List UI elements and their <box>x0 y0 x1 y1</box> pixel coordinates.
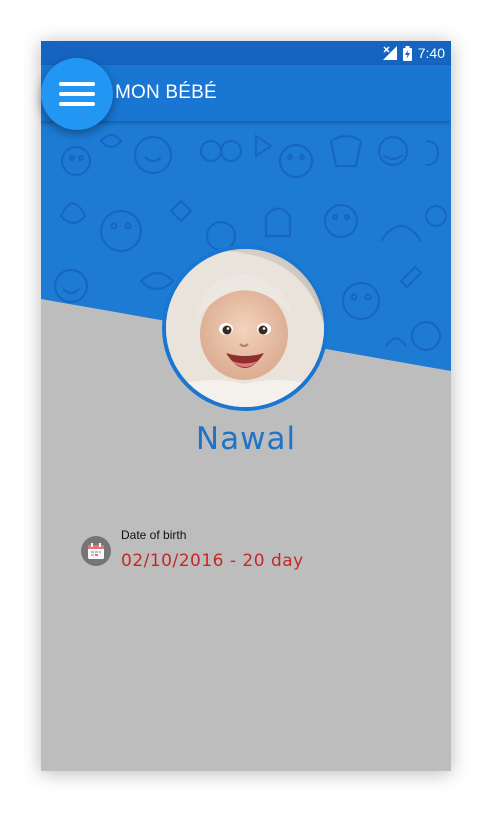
hamburger-menu-icon <box>59 82 95 86</box>
signal-icon <box>382 46 397 60</box>
app-screen: 7:40 MON BÉBÉ Nawal Date of birth 02/10/… <box>41 41 451 771</box>
status-time: 7:40 <box>417 45 445 61</box>
toolbar-title: MON BÉBÉ <box>115 82 217 103</box>
calendar-icon <box>81 536 111 566</box>
baby-avatar[interactable] <box>162 245 328 411</box>
hamburger-menu-button[interactable] <box>41 58 113 130</box>
dob-value: 02/10/2016 - 20 day <box>121 551 304 571</box>
baby-name: Nawal <box>195 421 297 457</box>
hamburger-menu-icon-bar <box>59 92 95 96</box>
hamburger-menu-icon-bar <box>59 102 95 106</box>
status-bar: 7:40 <box>41 41 451 65</box>
battery-icon <box>402 45 412 61</box>
dob-label: Date of birth <box>121 528 187 542</box>
